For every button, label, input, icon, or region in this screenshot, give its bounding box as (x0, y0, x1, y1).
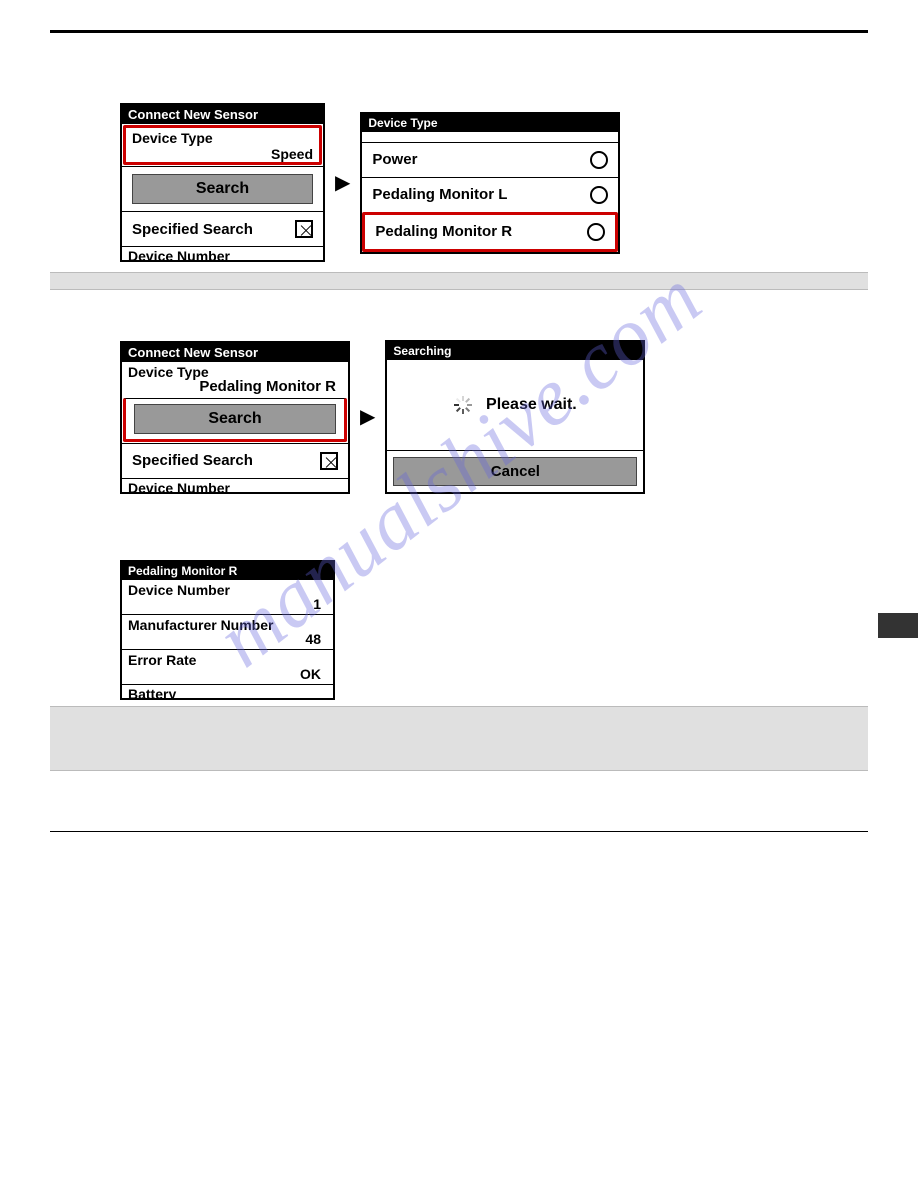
specified-search-label: Specified Search (132, 221, 253, 238)
device-option-pedaling-r-highlight: Pedaling Monitor R (362, 212, 618, 252)
radio-icon (590, 151, 608, 169)
device-type-value: Speed (126, 146, 319, 162)
device-option-pedaling-r[interactable]: Pedaling Monitor R (365, 215, 615, 249)
option-label: Power (372, 151, 417, 168)
panel-title: Connect New Sensor (122, 343, 348, 362)
side-tab-marker (878, 613, 918, 638)
cancel-button[interactable]: Cancel (393, 457, 637, 486)
device-type-label: Device Type (126, 128, 319, 148)
specified-search-row[interactable]: Specified Search (122, 211, 323, 246)
radio-icon (590, 186, 608, 204)
bottom-rule (50, 831, 868, 832)
step2-row: Connect New Sensor Device Type Pedaling … (120, 340, 868, 494)
device-type-row-highlight[interactable]: Device Type Speed (123, 125, 322, 165)
manufacturer-number-value: 48 (128, 631, 327, 647)
spinner-icon (454, 396, 472, 414)
connect-sensor-panel-2: Connect New Sensor Device Type Pedaling … (120, 341, 350, 494)
searching-panel: Searching Please wait. Cancel (385, 340, 645, 494)
search-button-highlight: Search (123, 398, 347, 442)
battery-partial: Battery (122, 684, 333, 698)
header-rule (50, 30, 868, 33)
specified-search-label: Specified Search (132, 452, 253, 469)
panel-title: Pedaling Monitor R (122, 562, 333, 580)
please-wait-text: Please wait. (486, 396, 577, 414)
step1-row: Connect New Sensor Device Type Speed Sea… (120, 103, 868, 262)
panel-title: Connect New Sensor (122, 105, 323, 124)
option-label: Pedaling Monitor R (375, 223, 512, 240)
device-number-partial: Device Number (122, 246, 323, 260)
arrow-right-icon: ▶ (335, 173, 350, 193)
device-option-power[interactable]: Power (362, 142, 618, 177)
result-panel: Pedaling Monitor R Device Number 1 Manuf… (120, 560, 335, 700)
panel-title: Searching (387, 342, 643, 360)
device-number-value: 1 (128, 596, 327, 612)
specified-search-checkbox[interactable] (320, 452, 338, 470)
search-button[interactable]: Search (132, 174, 313, 204)
section-divider (50, 272, 868, 290)
device-type-panel: Device Type Power Pedaling Monitor L Ped… (360, 112, 620, 254)
search-button[interactable]: Search (134, 404, 336, 434)
footer-grey-block (50, 706, 868, 771)
search-button-row: Search (122, 166, 323, 211)
step3-row: Pedaling Monitor R Device Number 1 Manuf… (120, 560, 868, 700)
device-number-partial: Device Number (122, 478, 348, 492)
specified-search-checkbox[interactable] (295, 220, 313, 238)
panel-title: Device Type (362, 114, 618, 132)
error-rate-value: OK (128, 666, 327, 682)
specified-search-row[interactable]: Specified Search (122, 443, 348, 478)
searching-message: Please wait. (387, 360, 643, 450)
arrow-right-icon: ▶ (360, 407, 375, 427)
option-label: Pedaling Monitor L (372, 186, 507, 203)
device-option-pedaling-l[interactable]: Pedaling Monitor L (362, 177, 618, 212)
device-type-value: Pedaling Monitor R (128, 378, 342, 395)
connect-sensor-panel-1: Connect New Sensor Device Type Speed Sea… (120, 103, 325, 262)
radio-icon (587, 223, 605, 241)
